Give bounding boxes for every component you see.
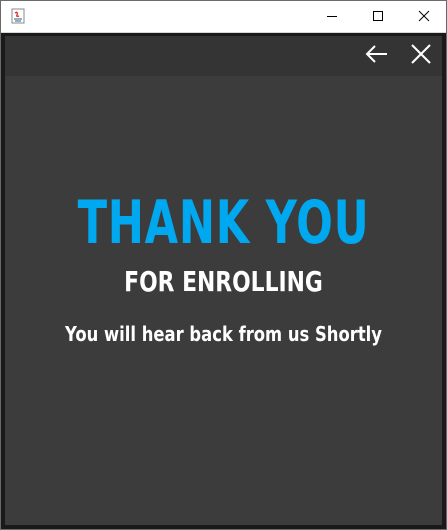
maximize-button[interactable] — [355, 1, 401, 32]
java-icon — [10, 8, 26, 24]
back-button[interactable] — [363, 42, 391, 70]
close-icon — [418, 7, 430, 26]
thank-you-panel: THANK YOU FOR ENROLLING You will hear ba… — [5, 36, 442, 525]
thank-you-heading: THANK YOU — [77, 188, 370, 258]
application-window: THANK YOU FOR ENROLLING You will hear ba… — [0, 0, 447, 530]
minimize-button[interactable] — [309, 1, 355, 32]
arrow-left-icon — [365, 42, 389, 70]
enrolling-subheading: FOR ENROLLING — [124, 265, 323, 298]
window-close-button[interactable] — [401, 1, 447, 32]
follow-up-message: You will hear back from us Shortly — [65, 322, 382, 346]
minimize-icon — [326, 7, 338, 26]
panel-close-button[interactable] — [407, 42, 435, 70]
window-titlebar[interactable] — [1, 1, 446, 33]
maximize-icon — [372, 7, 384, 26]
close-icon — [410, 43, 432, 69]
panel-toolbar — [5, 36, 442, 76]
